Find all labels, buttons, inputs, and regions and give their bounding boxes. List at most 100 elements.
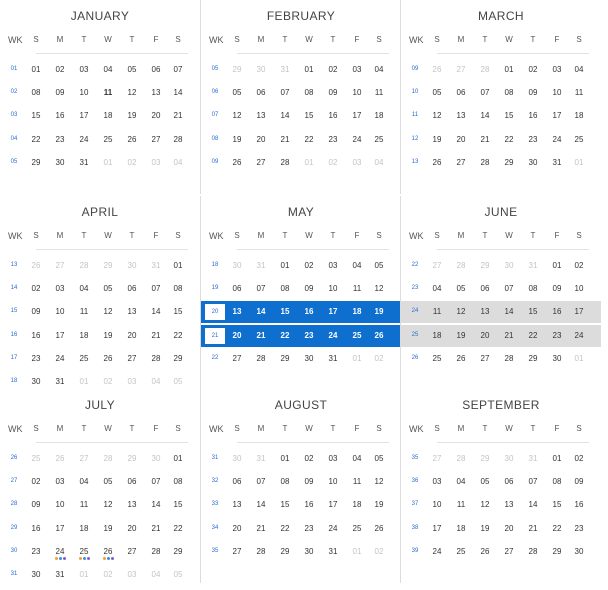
- week-number[interactable]: 34: [205, 520, 225, 536]
- day-cell[interactable]: 13: [249, 105, 273, 127]
- day-cell[interactable]: 28: [249, 541, 273, 563]
- day-cell[interactable]: 07: [497, 278, 521, 300]
- day-cell[interactable]: 09: [24, 494, 48, 516]
- day-cell[interactable]: 27: [425, 255, 449, 277]
- day-cell[interactable]: 06: [225, 278, 249, 300]
- day-cell[interactable]: 15: [24, 105, 48, 127]
- day-cell[interactable]: 19: [449, 325, 473, 347]
- day-cell[interactable]: 04: [567, 59, 591, 81]
- day-cell[interactable]: 24: [345, 129, 369, 151]
- week-number[interactable]: 18: [4, 373, 24, 389]
- day-cell[interactable]: 03: [48, 278, 72, 300]
- day-cell[interactable]: 22: [24, 129, 48, 151]
- day-cell[interactable]: 30: [48, 152, 72, 174]
- day-cell[interactable]: 04: [72, 278, 96, 300]
- day-cell[interactable]: 01: [345, 541, 369, 563]
- day-cell[interactable]: 06: [225, 471, 249, 493]
- day-cell[interactable]: 23: [521, 129, 545, 151]
- week-row[interactable]: 01 01 02 03 04 05 06 07: [0, 59, 200, 81]
- day-cell[interactable]: 01: [545, 448, 569, 470]
- day-cell[interactable]: 13: [449, 105, 473, 127]
- day-cell[interactable]: 18: [345, 494, 369, 516]
- day-cell[interactable]: 13: [144, 82, 168, 104]
- day-cell[interactable]: 06: [144, 59, 168, 81]
- day-cell[interactable]: 03: [425, 471, 449, 493]
- day-cell[interactable]: 14: [521, 494, 545, 516]
- day-cell[interactable]: 28: [166, 129, 190, 151]
- day-cell[interactable]: 04: [425, 278, 449, 300]
- day-cell[interactable]: 05: [96, 471, 120, 493]
- week-row[interactable]: 36 03 04 05 06 07 08 09: [401, 471, 601, 493]
- week-row[interactable]: 03 15 16 17 18 19 20 21: [0, 105, 200, 127]
- week-row[interactable]: 08 19 20 21 22 23 24 25: [201, 129, 401, 151]
- day-cell[interactable]: 12: [367, 471, 391, 493]
- week-row[interactable]: 39 24 25 26 27 28 29 30: [401, 541, 601, 563]
- day-cell[interactable]: 30: [120, 255, 144, 277]
- day-cell[interactable]: 31: [521, 448, 545, 470]
- day-cell[interactable]: 25: [425, 348, 449, 370]
- day-cell[interactable]: 04: [449, 471, 473, 493]
- day-cell[interactable]: 28: [449, 448, 473, 470]
- week-row[interactable]: 27 02 03 04 05 06 07 08: [0, 471, 200, 493]
- day-cell[interactable]: 08: [521, 278, 545, 300]
- day-cell[interactable]: 19: [367, 301, 391, 323]
- week-number[interactable]: 13: [4, 257, 24, 273]
- day-cell[interactable]: 18: [367, 105, 391, 127]
- day-cell[interactable]: 14: [166, 82, 190, 104]
- day-cell[interactable]: 02: [567, 255, 591, 277]
- day-cell[interactable]: 26: [367, 325, 391, 347]
- week-number[interactable]: 15: [4, 303, 24, 319]
- day-cell[interactable]: 10: [345, 82, 369, 104]
- day-cell[interactable]: 29: [273, 348, 297, 370]
- day-cell[interactable]: 18: [425, 325, 449, 347]
- week-row[interactable]: 09 26 27 28 01 02 03 04: [201, 152, 401, 174]
- week-number[interactable]: 13: [405, 154, 425, 170]
- day-cell[interactable]: 05: [449, 278, 473, 300]
- day-cell[interactable]: 13: [225, 494, 249, 516]
- day-cell[interactable]: 10: [321, 278, 345, 300]
- day-cell[interactable]: 29: [521, 348, 545, 370]
- week-row[interactable]: 09 26 27 28 01 02 03 04: [401, 59, 601, 81]
- day-cell[interactable]: 17: [567, 301, 591, 323]
- day-cell[interactable]: 22: [297, 129, 321, 151]
- day-cell[interactable]: 12: [96, 494, 120, 516]
- day-cell[interactable]: 28: [273, 152, 297, 174]
- day-cell[interactable]: 15: [166, 494, 190, 516]
- week-row[interactable]: 20 13 14 15 16 17 18 19: [201, 301, 401, 324]
- day-cell[interactable]: 27: [225, 348, 249, 370]
- day-cell[interactable]: 02: [321, 59, 345, 81]
- week-row[interactable]: 12 19 20 21 22 23 24 25: [401, 129, 601, 151]
- day-cell[interactable]: 11: [345, 278, 369, 300]
- day-cell[interactable]: 13: [473, 301, 497, 323]
- day-cell[interactable]: 07: [249, 278, 273, 300]
- week-row[interactable]: 35 27 28 29 30 31 01 02: [401, 448, 601, 470]
- week-number[interactable]: 03: [4, 107, 24, 123]
- day-cell[interactable]: 06: [473, 278, 497, 300]
- week-row[interactable]: 05 29 30 31 01 02 03 04: [0, 152, 200, 174]
- day-cell[interactable]: 02: [367, 541, 391, 563]
- day-cell[interactable]: 26: [24, 255, 48, 277]
- week-number[interactable]: 05: [205, 61, 225, 77]
- day-cell[interactable]: 13: [120, 494, 144, 516]
- day-cell[interactable]: 31: [249, 448, 273, 470]
- week-row[interactable]: 07 12 13 14 15 16 17 18: [201, 105, 401, 127]
- day-cell[interactable]: 16: [297, 301, 321, 323]
- day-cell[interactable]: 14: [273, 105, 297, 127]
- day-cell[interactable]: 11: [367, 82, 391, 104]
- day-cell[interactable]: 11: [449, 494, 473, 516]
- day-cell[interactable]: 31: [321, 348, 345, 370]
- day-cell[interactable]: 03: [345, 59, 369, 81]
- day-cell[interactable]: 15: [273, 301, 297, 323]
- day-cell[interactable]: 08: [24, 82, 48, 104]
- day-cell[interactable]: 28: [144, 348, 168, 370]
- day-cell[interactable]: 02: [297, 255, 321, 277]
- day-cell[interactable]: 04: [345, 255, 369, 277]
- day-cell[interactable]: 26: [96, 348, 120, 370]
- day-cell[interactable]: 31: [521, 255, 545, 277]
- day-cell[interactable]: 08: [166, 278, 190, 300]
- day-cell[interactable]: 25: [567, 129, 591, 151]
- day-cell[interactable]: 25: [367, 129, 391, 151]
- day-cell[interactable]: 21: [144, 518, 168, 540]
- day-cell[interactable]: 27: [120, 348, 144, 370]
- day-cell[interactable]: 01: [72, 564, 96, 586]
